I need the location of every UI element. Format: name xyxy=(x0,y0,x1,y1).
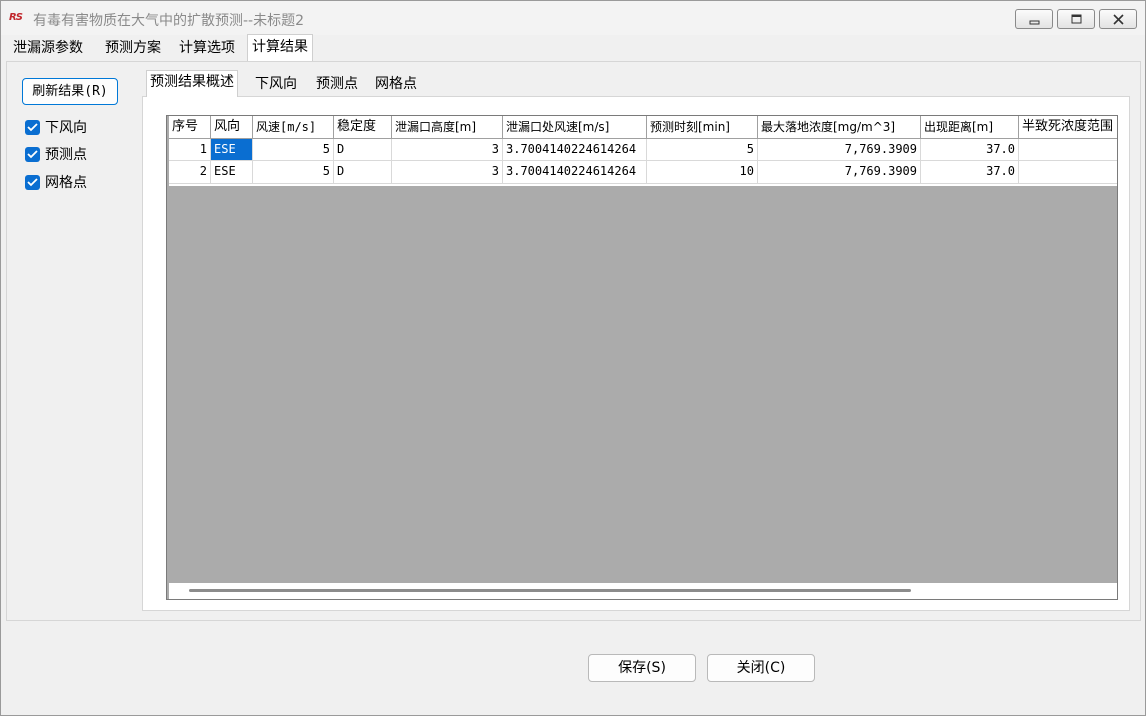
table-cell[interactable]: 3.7004140224614264 xyxy=(503,139,647,161)
tab-calc-options[interactable]: 计算选项 xyxy=(175,36,239,60)
maximize-button[interactable] xyxy=(1057,9,1095,29)
checkbox-checked-icon[interactable] xyxy=(25,120,40,135)
close-icon xyxy=(1113,14,1124,25)
column-header[interactable]: 泄漏口处风速[m/s] xyxy=(503,116,647,139)
column-header[interactable]: 风向 xyxy=(211,116,253,139)
main-tab-bar: 泄漏源参数 预测方案 计算选项 计算结果 xyxy=(1,34,1145,61)
column-header[interactable]: 稳定度 xyxy=(334,116,392,139)
results-table[interactable]: 序号 风向 风速[m/s] 稳定度 泄漏口高度[m] 泄漏口处风速[m/s] 预… xyxy=(166,115,1118,600)
table-cell[interactable]: 5 xyxy=(647,139,758,161)
table-cell-selected[interactable]: ESE xyxy=(211,139,253,161)
table-cell[interactable] xyxy=(1019,161,1117,184)
table-cell[interactable]: D xyxy=(334,161,392,184)
column-header[interactable]: 预测时刻[min] xyxy=(647,116,758,139)
scrollbar-thumb[interactable] xyxy=(189,589,911,592)
checkbox-label: 预测点 xyxy=(45,147,87,163)
table-body: 序号 风向 风速[m/s] 稳定度 泄漏口高度[m] 泄漏口处风速[m/s] 预… xyxy=(169,116,1117,186)
table-cell[interactable]: 37.0 xyxy=(921,161,1019,184)
title-bar: RS 有毒有害物质在大气中的扩散预测--未标题2 xyxy=(1,1,1145,35)
close-window-button[interactable] xyxy=(1099,9,1137,29)
tab-grid-points[interactable]: 网格点 xyxy=(372,73,420,97)
column-header[interactable]: 半致死浓度范围 xyxy=(1019,116,1117,139)
checkbox-checked-icon[interactable] xyxy=(25,147,40,162)
tab-calc-results[interactable]: 计算结果 xyxy=(247,34,313,61)
column-header[interactable]: 泄漏口高度[m] xyxy=(392,116,503,139)
tab-downwind[interactable]: 下风向 xyxy=(252,73,300,97)
app-logo-icon: RS xyxy=(9,12,23,23)
column-header[interactable]: 序号 xyxy=(169,116,211,139)
main-window: RS 有毒有害物质在大气中的扩散预测--未标题2 泄漏源参数 预测方案 计算选项… xyxy=(0,0,1146,716)
save-button[interactable]: 保存(S) xyxy=(588,654,696,682)
table-cell[interactable] xyxy=(1019,139,1117,161)
minimize-icon xyxy=(1029,20,1040,25)
table-cell[interactable]: 37.0 xyxy=(921,139,1019,161)
table-cell[interactable]: D xyxy=(334,139,392,161)
tab-prediction-points[interactable]: 预测点 xyxy=(313,73,361,97)
checkbox-checked-icon[interactable] xyxy=(25,175,40,190)
refresh-results-button[interactable]: 刷新结果(R) xyxy=(22,78,118,105)
minimize-button[interactable] xyxy=(1015,9,1053,29)
table-cell[interactable]: 5 xyxy=(253,161,334,184)
table-cell[interactable]: 10 xyxy=(647,161,758,184)
table-cell[interactable]: 7,769.3909 xyxy=(758,139,921,161)
table-cell[interactable]: 3 xyxy=(392,139,503,161)
window-title: 有毒有害物质在大气中的扩散预测--未标题2 xyxy=(33,13,305,29)
table-cell[interactable]: 2 xyxy=(169,161,211,184)
table-cell[interactable]: 5 xyxy=(253,139,334,161)
column-header[interactable]: 最大落地浓度[mg/m^3] xyxy=(758,116,921,139)
tab-leak-source[interactable]: 泄漏源参数 xyxy=(9,36,87,60)
table-cell[interactable]: 1 xyxy=(169,139,211,161)
column-header[interactable]: 出现距离[m] xyxy=(921,116,1019,139)
maximize-icon xyxy=(1071,14,1082,24)
tab-summary[interactable]: 预测结果概述 xyxy=(146,70,238,97)
table-cell[interactable]: 3 xyxy=(392,161,503,184)
horizontal-scrollbar[interactable] xyxy=(169,583,1117,599)
table-cell[interactable]: ESE xyxy=(211,161,253,184)
column-header[interactable]: 风速[m/s] xyxy=(253,116,334,139)
checkbox-label: 下风向 xyxy=(45,120,87,136)
close-button[interactable]: 关闭(C) xyxy=(707,654,815,682)
checkbox-label: 网格点 xyxy=(45,175,87,191)
tab-prediction-scheme[interactable]: 预测方案 xyxy=(101,36,165,60)
table-cell[interactable]: 3.7004140224614264 xyxy=(503,161,647,184)
table-cell[interactable]: 7,769.3909 xyxy=(758,161,921,184)
